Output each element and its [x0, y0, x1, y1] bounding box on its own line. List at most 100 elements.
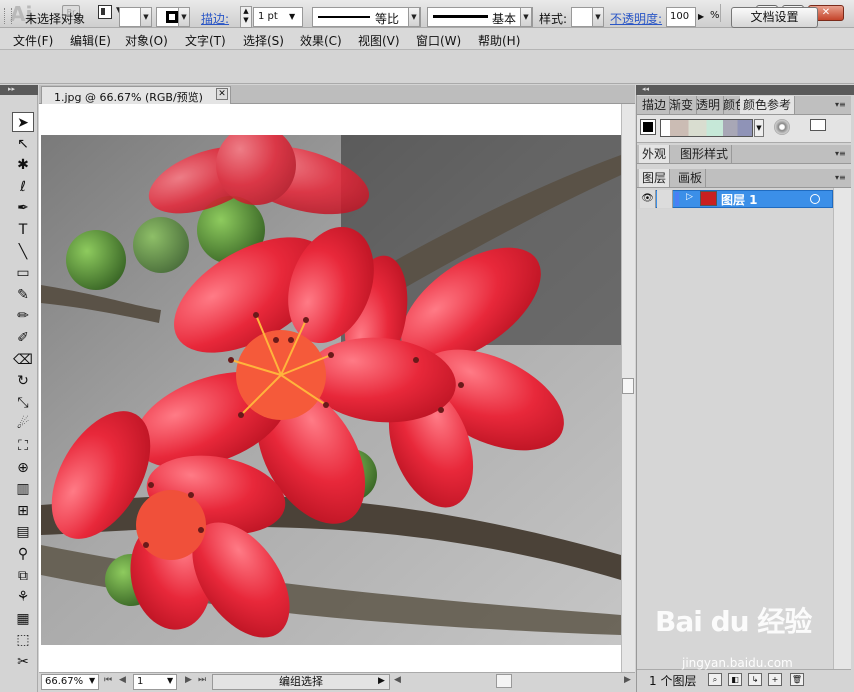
paintbrush-tool[interactable]: ✎ — [12, 285, 34, 305]
blob-brush-tool[interactable]: ✐ — [12, 328, 34, 348]
color-guide-panel-menu-icon[interactable]: ▾≡ — [835, 100, 846, 109]
layer-thumbnail — [700, 191, 717, 206]
layer-name[interactable]: 图层 1 — [721, 191, 758, 208]
last-artboard-icon[interactable]: ⏭ — [198, 675, 206, 685]
close-tab-icon[interactable]: ✕ — [216, 88, 228, 100]
symbol-sprayer-tool[interactable]: ⚘ — [12, 587, 34, 607]
mesh-tool[interactable]: ⊞ — [12, 501, 34, 521]
graphic-style-dropdown-arrow[interactable]: ▼ — [592, 7, 604, 27]
selection-tool[interactable]: ➤ — [12, 112, 34, 132]
toolbox-collapse-icon[interactable]: ▸▸ — [8, 85, 15, 93]
menu-item-2[interactable]: 对象(O) — [125, 32, 168, 49]
layers-scrollbar[interactable] — [833, 188, 851, 669]
panel-dock-collapse-icon[interactable]: ◂◂ — [642, 85, 649, 93]
first-artboard-icon[interactable]: ⏮ — [104, 675, 112, 685]
menu-item-4[interactable]: 选择(S) — [243, 32, 284, 49]
flower-photo — [41, 135, 621, 645]
next-artboard-icon[interactable]: ▶ — [185, 675, 192, 685]
expand-layer-icon[interactable]: ▷ — [686, 192, 693, 202]
horizontal-scroll-thumb[interactable] — [496, 674, 512, 688]
control-bar-grip[interactable] — [4, 8, 12, 24]
layers-tabrow: 图层 画板 ▾≡ — [637, 169, 851, 188]
make-clipping-mask-icon[interactable]: ◧ — [728, 673, 742, 686]
menu-item-6[interactable]: 视图(V) — [358, 32, 400, 49]
scroll-right-icon[interactable]: ▶ — [624, 675, 631, 685]
stroke-dropdown-arrow[interactable]: ▼ — [178, 7, 190, 27]
menu-item-8[interactable]: 帮助(H) — [478, 32, 520, 49]
new-sublayer-icon[interactable]: ↳ — [748, 673, 762, 686]
stroke-weight-dropdown[interactable]: ▼ — [289, 12, 295, 21]
locate-object-icon[interactable]: ⌕ — [708, 673, 722, 686]
layer-color-indicator — [675, 192, 679, 206]
menu-item-0[interactable]: 文件(F) — [13, 32, 53, 49]
line-tool[interactable]: ╲ — [12, 242, 34, 262]
zoom-dropdown-arrow[interactable]: ▼ — [89, 676, 95, 685]
opacity-slider-arrow[interactable]: ▶ — [698, 12, 704, 21]
shape-builder-tool[interactable]: ⊕ — [12, 458, 34, 478]
menu-item-1[interactable]: 编辑(E) — [70, 32, 111, 49]
appearance-panel-menu-icon[interactable]: ▾≡ — [835, 149, 846, 158]
magic-wand-tool[interactable]: ✱ — [12, 155, 34, 175]
tab-appearance[interactable]: 外观 — [639, 145, 671, 163]
stroke-label-link[interactable]: 描边: — [201, 10, 229, 27]
baidu-watermark-site: jingyan.baidu.com — [682, 656, 793, 670]
appearance-tabrow: 外观 图形样式 ▾≡ — [637, 145, 851, 164]
arrange-documents-icon[interactable] — [98, 5, 112, 19]
status-menu-arrow[interactable]: ▶ — [378, 676, 385, 686]
column-graph-tool[interactable]: ▦ — [12, 609, 34, 629]
harmony-rules-dropdown[interactable]: ▼ — [754, 119, 764, 137]
stroke-weight-stepper[interactable]: ▲ ▼ — [240, 6, 252, 28]
brush-dropdown-arrow[interactable]: ▼ — [520, 7, 532, 27]
rotate-tool[interactable]: ↻ — [12, 371, 34, 391]
warp-tool[interactable]: ☄ — [12, 414, 34, 434]
menu-item-5[interactable]: 效果(C) — [300, 32, 342, 49]
direct-selection-tool[interactable]: ↖ — [12, 134, 34, 154]
stroke-weight-input[interactable]: 1 pt — [253, 7, 303, 27]
lock-toggle[interactable] — [657, 190, 673, 208]
artboard-dropdown-arrow[interactable]: ▼ — [167, 676, 173, 685]
eraser-tool[interactable]: ⌫ — [12, 350, 34, 370]
new-layer-icon[interactable]: + — [768, 673, 782, 686]
blend-tool[interactable]: ⧉ — [12, 566, 34, 586]
document-setup-button[interactable]: 文档设置 — [731, 7, 818, 28]
scale-tool[interactable]: ⤡ — [12, 393, 34, 413]
previous-artboard-icon[interactable]: ◀ — [119, 675, 126, 685]
slice-tool[interactable]: ✂ — [12, 652, 34, 672]
opacity-label-link[interactable]: 不透明度: — [610, 10, 662, 27]
menu-item-3[interactable]: 文字(T) — [185, 32, 226, 49]
tab-artboards[interactable]: 画板 — [675, 169, 707, 187]
pen-tool[interactable]: ✒ — [12, 198, 34, 218]
menu-item-7[interactable]: 窗口(W) — [416, 32, 461, 49]
placed-image-red-flowers[interactable] — [41, 135, 621, 645]
eye-visibility-icon[interactable]: 👁 — [640, 190, 656, 208]
pencil-tool[interactable]: ✏ — [12, 306, 34, 326]
edit-colors-icon[interactable] — [774, 119, 790, 135]
tab-graphic-styles[interactable]: 图形样式 — [677, 145, 733, 163]
scroll-left-icon[interactable]: ◀ — [394, 675, 401, 685]
layer-target-icon[interactable] — [810, 194, 820, 204]
free-transform-tool[interactable]: ⛶ — [12, 436, 34, 456]
opacity-input[interactable]: 100 — [666, 7, 696, 27]
toolbox-header[interactable] — [0, 85, 38, 95]
vertical-scroll-thumb[interactable] — [622, 378, 634, 394]
type-tool[interactable]: T — [12, 220, 34, 240]
lasso-tool[interactable]: ℓ — [12, 177, 34, 197]
tab-color-guide[interactable]: 颜色参考 — [740, 96, 796, 114]
rectangle-tool[interactable]: ▭ — [12, 263, 34, 283]
panel-dock-header[interactable] — [636, 85, 854, 95]
fill-dropdown-arrow[interactable]: ▼ — [140, 7, 152, 27]
selection-status: 未选择对象 — [25, 12, 86, 26]
perspective-grid-tool[interactable]: ▥ — [12, 479, 34, 499]
artboard-tool[interactable]: ⬚ — [12, 630, 34, 650]
document-tab[interactable]: 1.jpg @ 66.67% (RGB/预览) — [41, 86, 231, 104]
status-text[interactable]: 编组选择 — [212, 674, 390, 690]
save-color-group-icon[interactable] — [810, 119, 826, 131]
graphic-style-swatch[interactable] — [571, 7, 593, 27]
profile-dropdown-arrow[interactable]: ▼ — [408, 7, 420, 27]
layers-panel-menu-icon[interactable]: ▾≡ — [835, 173, 846, 182]
tab-layers[interactable]: 图层 — [639, 169, 671, 187]
delete-layer-icon[interactable]: 🗑 — [790, 673, 804, 686]
harmony-rules-strip[interactable] — [660, 119, 753, 137]
eyedropper-tool[interactable]: ⚲ — [12, 544, 34, 564]
gradient-tool[interactable]: ▤ — [12, 522, 34, 542]
